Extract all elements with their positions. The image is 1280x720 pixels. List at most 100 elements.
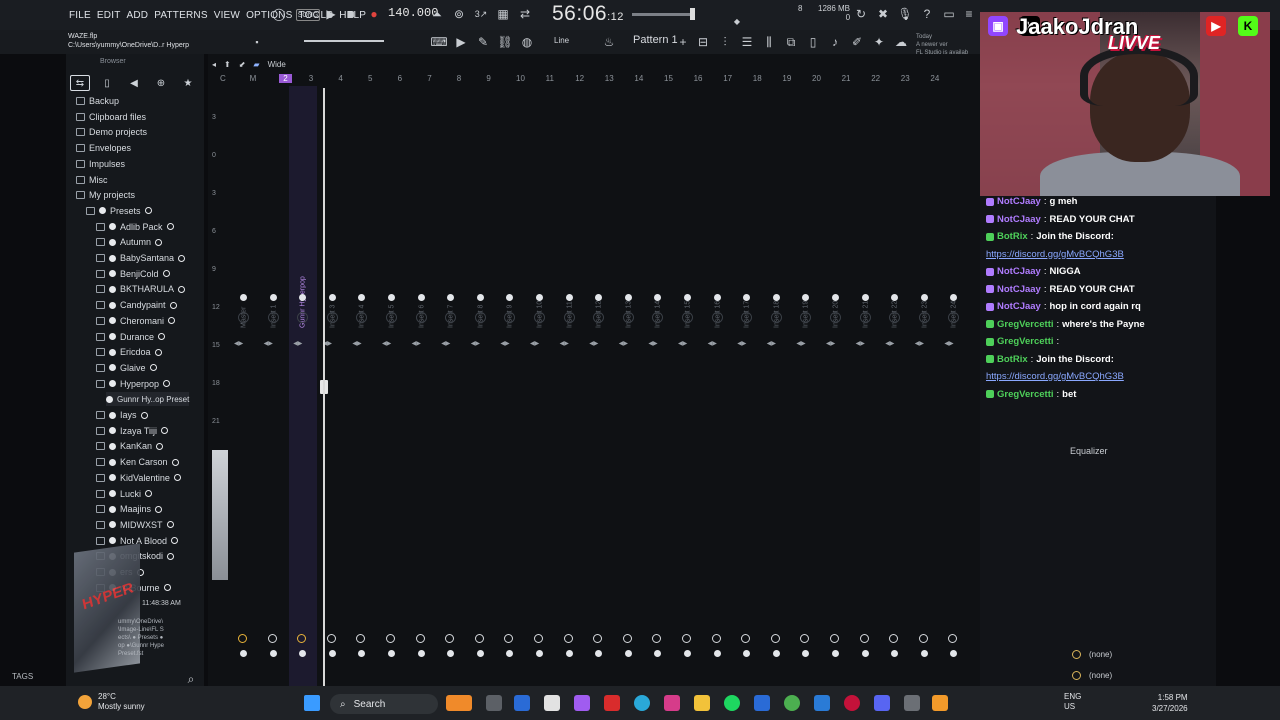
start-icon[interactable] [304, 695, 320, 711]
strip-send-icon[interactable] [711, 634, 721, 643]
strip-route-dot[interactable] [891, 650, 899, 657]
strip-send-icon[interactable] [563, 634, 573, 643]
strip-stereo-icon[interactable]: ◀▶ [885, 340, 894, 347]
language-indicator[interactable]: ENG US [1064, 692, 1081, 712]
instagram-icon[interactable] [664, 695, 680, 711]
strip-send-icon[interactable] [622, 634, 632, 643]
mixer-strip[interactable]: Insert 9 ◀▶ [496, 86, 524, 694]
strip-pan-dot[interactable] [240, 294, 247, 301]
strip-stereo-icon[interactable]: ◀▶ [293, 340, 302, 347]
browser-item[interactable]: Cheromani [96, 314, 176, 328]
strip-stereo-icon[interactable]: ◀▶ [234, 340, 243, 347]
mixer-strip[interactable]: Insert 6 ◀▶ [408, 86, 436, 694]
file-icon[interactable]: ▯ [804, 33, 822, 51]
menu-item[interactable]: VIEW [211, 10, 243, 21]
strip-pan-dot[interactable] [476, 294, 484, 301]
strip-send-icon[interactable] [593, 634, 603, 643]
browser-item[interactable]: Envelopes [76, 141, 131, 155]
mixer-mode[interactable]: Wide [268, 60, 286, 69]
mixer-strip[interactable]: Insert 11 ◀▶ [556, 86, 584, 694]
lock-icon[interactable]: ▪ [250, 33, 264, 51]
fl-studio-icon[interactable] [932, 695, 948, 711]
strip-stereo-icon[interactable]: ◀▶ [678, 340, 687, 347]
browser-star-icon[interactable]: ★ [178, 75, 198, 91]
strip-knob[interactable] [859, 312, 871, 323]
strip-send-icon[interactable] [386, 634, 395, 643]
strip-stereo-icon[interactable]: ◀▶ [441, 340, 450, 347]
strip-knob[interactable] [918, 312, 930, 323]
mic-icon[interactable]: 🎙 [896, 5, 914, 23]
browser-item[interactable]: Durance [96, 330, 166, 344]
browser-item[interactable]: Adlib Pack [96, 220, 174, 234]
browser-item[interactable]: Lucki [96, 487, 153, 501]
strip-knob[interactable] [386, 312, 397, 323]
strip-send-icon[interactable] [445, 634, 455, 643]
browser-item[interactable]: Maajins [96, 502, 163, 516]
strip-send-icon[interactable] [267, 634, 277, 643]
piano-roll-icon[interactable]: ⫶ [716, 33, 734, 51]
strip-route-dot[interactable] [417, 650, 425, 657]
mixer-menu-icon[interactable]: ◂ [212, 60, 216, 69]
pencil-icon[interactable]: ✎ [474, 33, 492, 51]
wand-icon[interactable]: ✦ [870, 33, 888, 51]
strip-route-dot[interactable] [861, 650, 869, 657]
strip-stereo-icon[interactable]: ◀▶ [737, 340, 746, 347]
strip-stereo-icon[interactable]: ◀▶ [530, 340, 539, 347]
strip-knob[interactable] [534, 312, 545, 323]
strip-route-dot[interactable] [299, 650, 307, 657]
mixer-strip[interactable]: Insert 4 ◀▶ [348, 86, 376, 694]
magnet-icon[interactable]: ◍ [518, 33, 536, 51]
browser-item[interactable]: Hyperpop [96, 377, 171, 391]
browser-item[interactable]: Izaya Tiiji [96, 424, 169, 438]
strip-send-icon[interactable] [741, 634, 751, 643]
edge-icon[interactable] [634, 695, 650, 711]
strip-stereo-icon[interactable]: ◀▶ [352, 340, 361, 347]
help-icon[interactable]: ? [918, 5, 936, 23]
mixer-strip[interactable]: Master ◀▶ [230, 86, 258, 694]
channel-rack-icon[interactable]: ☰ [738, 33, 756, 51]
mixer-strip[interactable]: Insert 20 ◀▶ [822, 86, 850, 694]
strip-route-dot[interactable] [684, 650, 691, 657]
strip-send-icon[interactable] [534, 634, 543, 643]
browser-item[interactable]: Ericdoa [96, 345, 162, 359]
strip-send-icon[interactable] [889, 634, 899, 643]
strip-send-icon[interactable] [326, 634, 336, 643]
song-position[interactable]: 56:06:12 [552, 2, 624, 26]
mixer-strip[interactable]: Insert 7 ◀▶ [437, 86, 465, 694]
strip-route-dot[interactable] [950, 650, 958, 657]
strip-send-icon[interactable] [859, 634, 869, 643]
mixer-strip[interactable]: Insert 12 ◀▶ [585, 86, 613, 694]
browser-speaker-icon[interactable]: ◀ [124, 75, 144, 91]
mixer-strip[interactable]: Insert 8 ◀▶ [467, 86, 495, 694]
tags-label[interactable]: TAGS [12, 672, 33, 681]
strip-stereo-icon[interactable]: ◀▶ [856, 340, 865, 347]
menu-item[interactable]: FILE [66, 10, 94, 21]
strip-send-icon[interactable] [356, 634, 366, 643]
strip-knob[interactable] [830, 312, 841, 323]
strip-route-dot[interactable] [447, 650, 455, 657]
strip-send-icon[interactable] [238, 634, 247, 643]
stop-icon[interactable]: ■ [342, 5, 360, 23]
browser-item[interactable]: Impulses [76, 157, 125, 171]
browser-item[interactable]: BenjiCold [96, 267, 170, 281]
mixer-strip[interactable]: Insert 24 ◀▶ [940, 86, 968, 694]
browser-item[interactable]: Autumn [96, 235, 163, 249]
strip-send-icon[interactable] [800, 634, 810, 643]
strip-send-icon[interactable] [415, 634, 425, 643]
calendar-icon[interactable] [544, 695, 560, 711]
strip-pan-dot[interactable] [713, 294, 721, 301]
song-mode-toggle[interactable]: SONG [296, 9, 320, 21]
strip-send-icon[interactable] [830, 634, 839, 643]
strip-stereo-icon[interactable]: ◀▶ [619, 340, 628, 347]
vscode-icon[interactable] [754, 695, 770, 711]
browser-item[interactable]: Backup [76, 94, 119, 108]
copilot-icon[interactable] [514, 695, 530, 711]
strip-route-dot[interactable] [713, 650, 721, 657]
mixer-view-icon[interactable]: ▰ [253, 60, 259, 69]
mixer-strip[interactable]: Insert 16 ◀▶ [704, 86, 732, 694]
strip-route-dot[interactable] [506, 650, 514, 657]
spotify-icon[interactable] [724, 695, 740, 711]
step-edit-icon[interactable]: ▦ [494, 5, 512, 23]
fx-slot-2[interactable]: (none) [1072, 671, 1112, 680]
add-pattern-icon[interactable]: + [674, 33, 692, 51]
